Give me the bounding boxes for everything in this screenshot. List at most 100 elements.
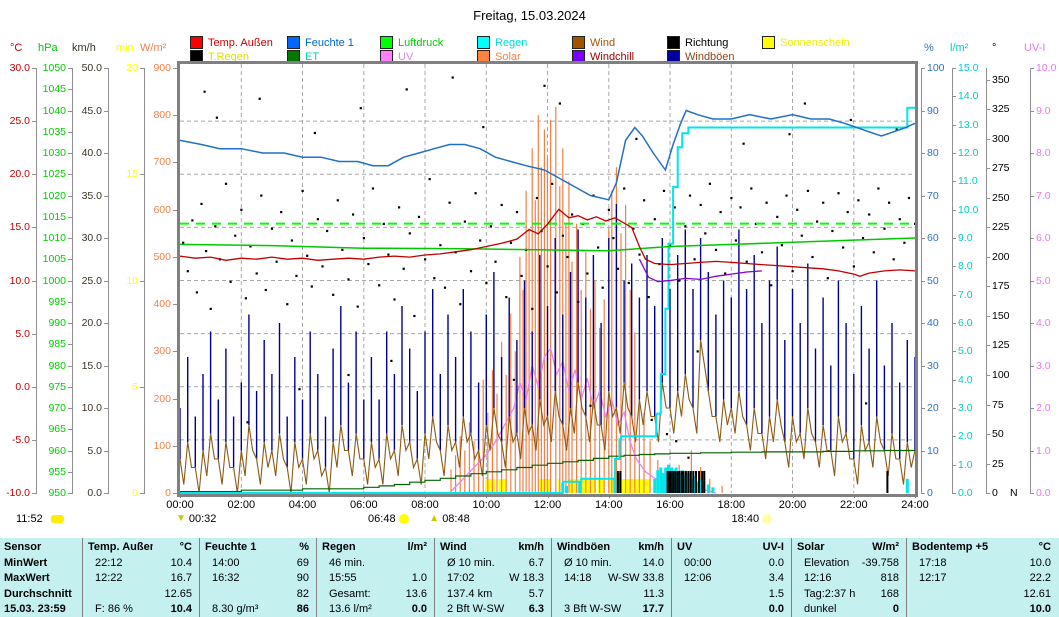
axis-tick-label: 350 (992, 74, 1010, 86)
axis-tick (986, 198, 990, 199)
axis-tick-label: 1015 (30, 211, 66, 223)
moonset-icon: ▼ (176, 514, 186, 524)
axis-header-°C: °C (10, 42, 22, 54)
axis-tick-label: 60 (927, 232, 939, 244)
axis-tick-label: 225 (992, 221, 1010, 233)
axis-tick-label: 4.0 (1036, 317, 1051, 329)
x-axis-tick (915, 494, 916, 498)
axis-tick-label: 1030 (30, 147, 66, 159)
axis-tick (1030, 196, 1034, 197)
x-axis-label: 12:00 (526, 499, 570, 511)
axis-tick-label: 960 (30, 445, 66, 457)
table-cell-value: 10.4 (134, 556, 192, 570)
axis-tick (921, 323, 925, 324)
axis-tick-label: 1035 (30, 126, 66, 138)
axis-tick-label: 6.0 (1036, 232, 1051, 244)
axis-tick (68, 344, 72, 345)
axis-tick-label: 11.0 (958, 175, 978, 187)
axis-tick-label: 0.0 (958, 487, 973, 499)
axis-tick (68, 429, 72, 430)
axis-tick-label: 100 (135, 440, 171, 452)
axis-tick (104, 196, 108, 197)
axis-tick-label: 1.0 (958, 459, 973, 471)
axis-tick (952, 153, 956, 154)
axis-tick-label: 14.0 (958, 90, 978, 102)
axis-tick (952, 266, 956, 267)
legend-item: Regen (477, 36, 527, 49)
axis-tick-label: 80 (927, 147, 939, 159)
x-axis-tick (486, 494, 487, 498)
legend-item-label: Temp. Außen (208, 37, 273, 49)
table-col-name: Temp. Außen (88, 540, 153, 554)
axis-tick-label: 25.0 (0, 115, 30, 127)
axis-tick (1030, 111, 1034, 112)
axis-tick-label: 1050 (30, 62, 66, 74)
axis-tick-label: 10.0 (66, 402, 102, 414)
x-axis-label: 04:00 (281, 499, 325, 511)
table-cell-value: 17.7 (606, 602, 664, 616)
table-cell-value: -39.758 (841, 556, 899, 570)
axis-tick (952, 436, 956, 437)
table-separator (906, 538, 907, 617)
legend-item-label: Luftdruck (398, 37, 443, 49)
legend-item: Temp. Außen (190, 36, 273, 49)
table-cell-value: 12.61 (993, 587, 1051, 601)
legend-item-label: Wind (590, 37, 615, 49)
axis-tick-label: 200 (992, 251, 1010, 263)
axis-tick-label: 40 (927, 317, 939, 329)
axis-tick (986, 227, 990, 228)
table-cell-value: 3.4 (726, 571, 784, 585)
axis-tick (952, 380, 956, 381)
axis-tick-label: 1005 (30, 253, 66, 265)
axis-tick (104, 323, 108, 324)
axis-tick-label: 70 (927, 190, 939, 202)
axis-tick-label: 15 (102, 168, 138, 180)
table-cell-value: 818 (841, 571, 899, 585)
table-row-label: MinWert (4, 556, 79, 570)
axis-tick (921, 153, 925, 154)
legend-item: Sonnenschein (762, 36, 850, 49)
axis-tick (68, 89, 72, 90)
axis-tick-label: 175 (992, 280, 1010, 292)
axis-tick-label: 25 (992, 458, 1004, 470)
marker-time: 18:40 (732, 513, 760, 525)
axis-tick (68, 174, 72, 175)
axis-tick (952, 465, 956, 466)
marker-time: 08:48 (442, 513, 470, 525)
axis-tick (952, 125, 956, 126)
axis-tick-label: 400 (135, 298, 171, 310)
table-col-name: Wind (440, 540, 505, 554)
table-cell-value: 1.0 (369, 571, 427, 585)
table-cell-value: 12.65 (134, 587, 192, 601)
axis-tick-label: 500 (135, 251, 171, 263)
legend-color-box (667, 36, 680, 49)
axis-header-hPa: hPa (38, 42, 58, 54)
axis-tick-label: 90 (927, 105, 939, 117)
table-cell-value: 0 (841, 602, 899, 616)
table-cell-value: 22.2 (993, 571, 1051, 585)
marker-time: 06:48 (368, 513, 396, 525)
axis-tick-label: 10 (102, 275, 138, 287)
x-axis-tick (609, 494, 610, 498)
axis-tick-label: 30.0 (66, 232, 102, 244)
axis-tick (1030, 68, 1034, 69)
table-cell-value: 5.7 (486, 587, 544, 601)
axis-tick (952, 238, 956, 239)
axis-tick-label: 0.0 (1036, 487, 1051, 499)
table-cell-value: 13.6 (369, 587, 427, 601)
axis-tick (68, 472, 72, 473)
axis-tick-label: 15.0 (0, 221, 30, 233)
axis-tick-label: 0.0 (66, 487, 102, 499)
sunset-icon (762, 514, 772, 524)
legend-item-label: Richtung (685, 37, 728, 49)
axis-tick (104, 366, 108, 367)
axis-bottom-suffix: N (1010, 487, 1018, 499)
table-col-name: Windböen (557, 540, 625, 554)
axis-tick-label: 8.0 (1036, 147, 1051, 159)
table-col-unit: km/h (506, 540, 544, 554)
axis-tick-label: 5.0 (0, 328, 30, 340)
axis-header-min: min (116, 42, 134, 54)
axis-tick-label: 10 (927, 445, 939, 457)
table-cell-value: 6.3 (486, 602, 544, 616)
axis-tick (952, 295, 956, 296)
